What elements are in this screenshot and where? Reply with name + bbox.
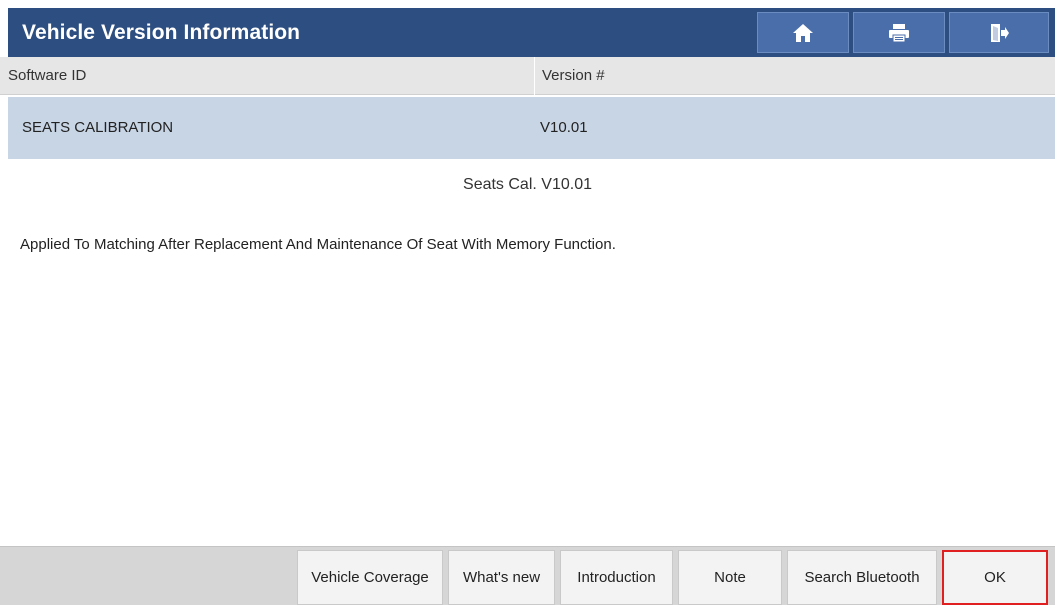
print-button[interactable] bbox=[853, 12, 945, 53]
detail-description: Applied To Matching After Replacement An… bbox=[20, 236, 616, 253]
table-header: Software ID Version # bbox=[0, 57, 1055, 95]
column-divider bbox=[534, 57, 535, 95]
introduction-button[interactable]: Introduction bbox=[560, 550, 673, 605]
detail-subtitle: Seats Cal. V10.01 bbox=[463, 176, 592, 193]
version-cell: V10.01 bbox=[540, 119, 588, 136]
note-button[interactable]: Note bbox=[678, 550, 782, 605]
search-bluetooth-button[interactable]: Search Bluetooth bbox=[787, 550, 937, 605]
vehicle-version-screen: Vehicle Version Information Software ID … bbox=[0, 0, 1055, 605]
software-id-cell: SEATS CALIBRATION bbox=[22, 119, 174, 136]
ok-button[interactable]: OK bbox=[942, 550, 1048, 605]
home-button[interactable] bbox=[757, 12, 849, 53]
home-icon bbox=[792, 23, 814, 43]
vehicle-coverage-button[interactable]: Vehicle Coverage bbox=[297, 550, 443, 605]
table-row[interactable]: SEATS CALIBRATION V10.01 bbox=[8, 97, 1055, 159]
whats-new-button[interactable]: What's new bbox=[448, 550, 555, 605]
print-icon bbox=[888, 23, 910, 43]
column-header-version: Version # bbox=[542, 67, 605, 84]
title-bar: Vehicle Version Information bbox=[8, 8, 1055, 57]
column-header-software-id: Software ID bbox=[8, 67, 87, 84]
exit-icon bbox=[989, 23, 1009, 43]
exit-button[interactable] bbox=[949, 12, 1049, 53]
